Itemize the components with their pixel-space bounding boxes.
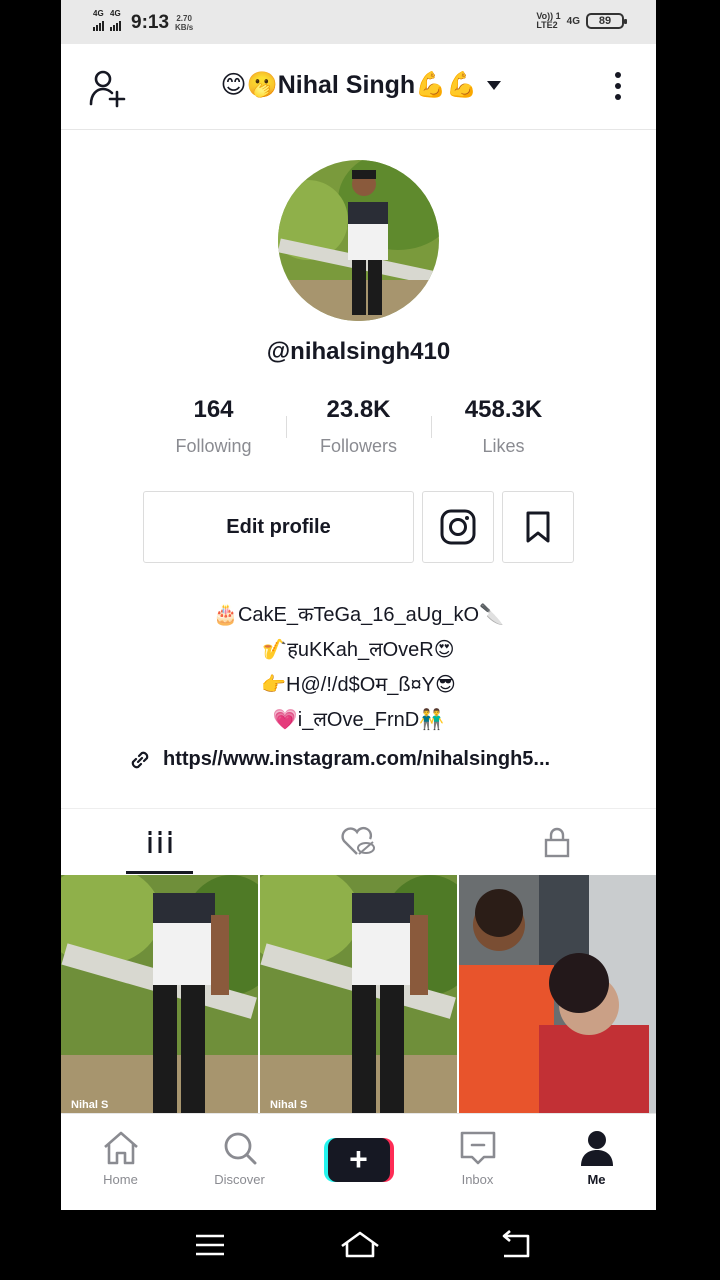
network-type: 4G: [566, 15, 580, 27]
nav-menu-button[interactable]: [190, 1228, 230, 1262]
account-switcher[interactable]: 😊🫢Nihal Singh💪💪: [211, 70, 511, 100]
more-vertical-icon: [608, 72, 628, 100]
profile-display-name: 😊🫢Nihal Singh💪💪: [220, 71, 478, 99]
create-button[interactable]: +: [299, 1114, 418, 1210]
status-bar: 4G 4G 9:13 2.70 KB/s Vo)) 1 LTE2 4G 89: [61, 0, 656, 44]
signal-bars-icon: [110, 19, 121, 31]
inbox-icon: [460, 1131, 495, 1165]
tab-me[interactable]: Me: [537, 1114, 656, 1210]
video-thumbnail-image: [61, 875, 258, 1113]
favorites-button[interactable]: [502, 491, 574, 563]
search-icon: [224, 1132, 256, 1165]
bio-line: 👉H@/!/d$Oम_ß¤Y😎: [261, 674, 456, 696]
content-tabs: [61, 808, 656, 874]
profile-link[interactable]: https//www.instagram.com/nihalsingh5...: [129, 748, 550, 771]
caret-down-icon: [487, 80, 502, 90]
tab-inbox[interactable]: Inbox: [418, 1114, 537, 1210]
profile-bio: 🎂CakE_कTeGa_16_aUg_kO🔪 🎷हuKKah_लOveR😍 👉H…: [61, 600, 656, 740]
add-user-icon: [89, 70, 126, 108]
tab-private[interactable]: [458, 809, 656, 874]
home-icon: [103, 1131, 138, 1165]
lock-icon: [544, 827, 570, 857]
volte-indicator: Vo)) 1 LTE2: [536, 11, 561, 30]
battery-icon: 89: [586, 13, 627, 29]
nav-back-button[interactable]: [496, 1228, 536, 1262]
instagram-icon: [440, 509, 476, 545]
bio-line: 🎷हuKKah_लOveR😍: [262, 639, 455, 661]
home-outline-icon: [341, 1231, 379, 1258]
network-speed: 2.70 KB/s: [175, 14, 194, 32]
stat-likes[interactable]: 458.3K Likes: [431, 396, 576, 457]
add-friend-button[interactable]: [89, 70, 133, 110]
clock: 9:13: [131, 12, 170, 33]
link-icon: [131, 751, 149, 768]
profile-icon: [580, 1131, 613, 1166]
instagram-button[interactable]: [422, 491, 494, 563]
status-left: 4G 4G 9:13 2.70 KB/s: [93, 10, 193, 36]
menu-icon: [196, 1234, 224, 1256]
video-thumbnail[interactable]: Nihal S: [260, 875, 457, 1113]
profile-header: 😊🫢Nihal Singh💪💪: [61, 44, 656, 130]
create-icon: +: [323, 1138, 394, 1182]
video-thumbnail-image: [459, 875, 656, 1113]
tab-home[interactable]: Home: [61, 1114, 180, 1210]
avatar[interactable]: [278, 160, 439, 321]
stat-followers[interactable]: 23.8K Followers: [286, 396, 431, 457]
profile-actions: Edit profile: [143, 491, 574, 563]
more-options-button[interactable]: [608, 72, 628, 106]
signal-1: 4G: [93, 10, 104, 36]
bookmark-icon: [526, 511, 550, 543]
signal-2: 4G: [110, 10, 121, 36]
signal-bars-icon: [93, 19, 104, 31]
nav-home-button[interactable]: [338, 1228, 379, 1262]
bottom-tab-bar: Home Discover + Inbox Me: [61, 1113, 656, 1210]
stat-following[interactable]: 164 Following: [141, 396, 286, 457]
bio-line: 🎂CakE_कTeGa_16_aUg_kO🔪: [213, 604, 504, 626]
avatar-photo: [278, 160, 439, 321]
bio-line: 💗i_लOve_FrnD👬: [272, 709, 445, 731]
system-nav-bar: [0, 1210, 720, 1280]
video-grid: Nihal S Nihal S: [61, 875, 656, 1113]
tab-liked[interactable]: [259, 809, 457, 874]
videos-grid-icon: [147, 830, 174, 853]
thumbnail-watermark: Nihal S: [270, 1099, 308, 1111]
video-thumbnail[interactable]: [459, 875, 656, 1113]
video-thumbnail-image: [260, 875, 457, 1113]
video-thumbnail[interactable]: Nihal S: [61, 875, 258, 1113]
username: @nihalsingh410: [266, 338, 451, 365]
profile-stats: 164 Following 23.8K Followers 458.3K Lik…: [141, 396, 576, 457]
edit-profile-button[interactable]: Edit profile: [143, 491, 414, 563]
liked-hidden-icon: [341, 826, 376, 855]
tab-videos[interactable]: [61, 809, 259, 874]
profile-link-text: https//www.instagram.com/nihalsingh5...: [163, 748, 551, 770]
app-screen: 4G 4G 9:13 2.70 KB/s Vo)) 1 LTE2 4G 89 😊…: [61, 0, 656, 1210]
tab-discover[interactable]: Discover: [180, 1114, 299, 1210]
status-right: Vo)) 1 LTE2 4G 89: [536, 11, 627, 30]
back-icon: [502, 1230, 530, 1258]
thumbnail-watermark: Nihal S: [71, 1099, 109, 1111]
